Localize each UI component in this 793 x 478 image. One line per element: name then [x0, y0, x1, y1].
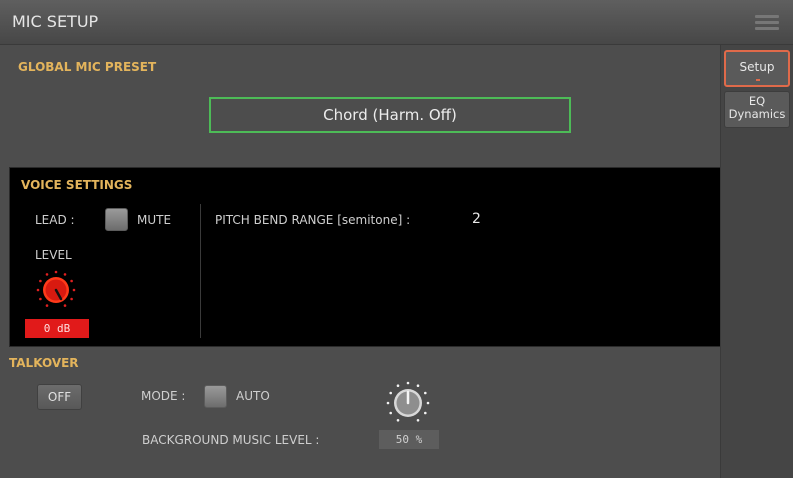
- talkover-label: TALKOVER: [9, 356, 79, 370]
- menu-icon[interactable]: [755, 15, 779, 31]
- level-label: LEVEL: [35, 248, 72, 262]
- mute-checkbox[interactable]: [105, 208, 128, 231]
- voice-settings-panel: VOICE SETTINGS LEAD : MUTE PITCH BEND RA…: [9, 167, 721, 347]
- global-mic-preset-label: GLOBAL MIC PRESET: [18, 60, 157, 74]
- tab-setup-label: Setup: [739, 60, 775, 74]
- sidebar: Setup EQ Dynamics: [720, 45, 793, 478]
- voice-divider: [200, 204, 201, 338]
- voice-settings-label: VOICE SETTINGS: [21, 178, 133, 192]
- tab-setup[interactable]: Setup: [724, 50, 790, 87]
- tab-eq-dynamics[interactable]: EQ Dynamics: [724, 91, 790, 128]
- level-value: 0 dB: [25, 319, 89, 338]
- lead-label: LEAD :: [35, 213, 75, 227]
- global-mic-preset-selector[interactable]: Chord (Harm. Off): [209, 97, 571, 133]
- background-music-knob[interactable]: [385, 380, 431, 426]
- background-music-level-value[interactable]: 50 %: [379, 430, 439, 449]
- auto-checkbox[interactable]: [204, 385, 227, 408]
- mode-label: MODE :: [141, 389, 186, 403]
- auto-label: AUTO: [236, 389, 270, 403]
- talkover-off-button[interactable]: OFF: [37, 384, 82, 410]
- pitch-bend-value[interactable]: 2: [472, 211, 481, 227]
- window-title: MIC SETUP: [12, 12, 99, 31]
- title-bar: MIC SETUP: [0, 0, 793, 45]
- mute-label: MUTE: [137, 213, 172, 227]
- pitch-bend-label: PITCH BEND RANGE [semitone] :: [215, 213, 411, 227]
- tab-eq-label: EQ: [748, 94, 766, 108]
- background-music-level-label: BACKGROUND MUSIC LEVEL :: [142, 433, 320, 447]
- level-knob[interactable]: [35, 269, 77, 311]
- tab-dynamics-label: Dynamics: [728, 107, 786, 121]
